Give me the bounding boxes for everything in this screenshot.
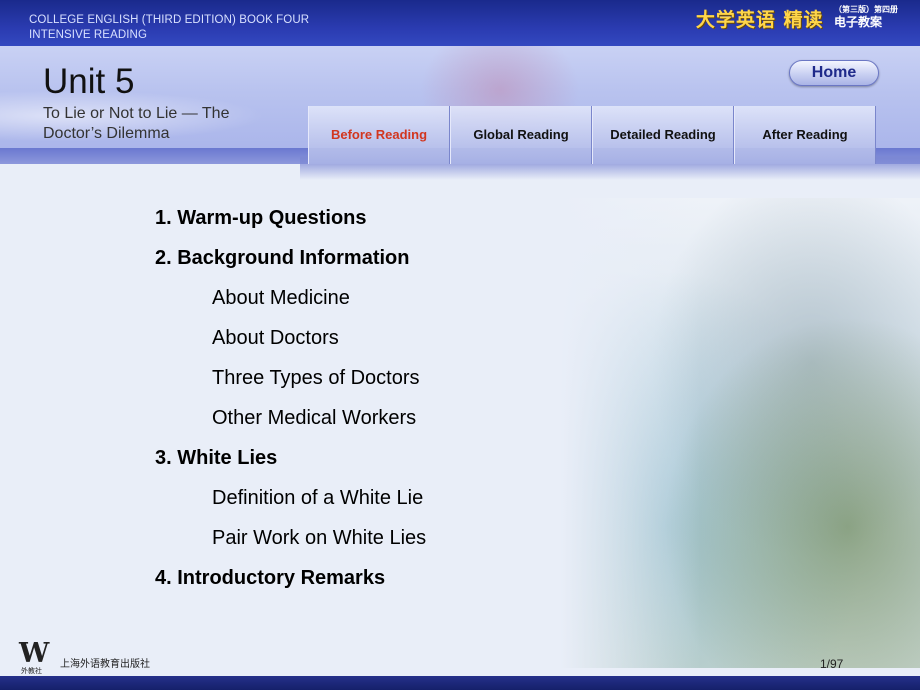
tab-global-reading[interactable]: Global Reading: [450, 106, 592, 164]
tab-detailed-reading[interactable]: Detailed Reading: [592, 106, 734, 164]
book-title: COLLEGE ENGLISH (THIRD EDITION) BOOK FOU…: [29, 13, 309, 43]
unit-subtitle-line1: To Lie or Not to Lie — The: [43, 105, 230, 122]
publisher-name: 上海外语教育出版社: [60, 659, 150, 670]
publisher-logo-mark: W: [19, 638, 49, 669]
book-title-line2: INTENSIVE READING: [29, 29, 147, 41]
menu-item-about-doctors[interactable]: About Doctors: [155, 323, 426, 363]
unit-title: Unit 5: [43, 62, 135, 101]
publisher-logo-text: 外教社: [21, 667, 42, 675]
chinese-edition: （第三版）第四册: [834, 5, 898, 14]
menu-item-three-types-of-doctors[interactable]: Three Types of Doctors: [155, 363, 426, 403]
book-title-line1: COLLEGE ENGLISH (THIRD EDITION) BOOK FOU…: [29, 14, 310, 26]
tab-before-reading[interactable]: Before Reading: [308, 106, 450, 164]
menu-item-warm-up-questions[interactable]: 1. Warm-up Questions: [155, 203, 426, 243]
tab-after-reading[interactable]: After Reading: [734, 106, 876, 164]
chinese-title: 大学英语 精读: [695, 9, 824, 31]
menu-item-introductory-remarks[interactable]: 4. Introductory Remarks: [155, 563, 426, 603]
menu-item-other-medical-workers[interactable]: Other Medical Workers: [155, 403, 426, 443]
page-number: 1/97: [820, 657, 844, 671]
top-header-bar: COLLEGE ENGLISH (THIRD EDITION) BOOK FOU…: [0, 0, 920, 46]
menu-item-about-medicine[interactable]: About Medicine: [155, 283, 426, 323]
chinese-subtitle: 电子教案: [834, 15, 883, 29]
publisher-logo: W 外教社: [19, 638, 53, 675]
menu-item-pair-work-on-white-lies[interactable]: Pair Work on White Lies: [155, 523, 426, 563]
content-menu: 1. Warm-up Questions 2. Background Infor…: [155, 203, 426, 603]
unit-subtitle-line2: Doctor’s Dilemma: [43, 125, 170, 142]
unit-subtitle: To Lie or Not to Lie — The Doctor’s Dile…: [43, 104, 273, 144]
home-button[interactable]: Home: [789, 60, 879, 86]
menu-item-background-information[interactable]: 2. Background Information: [155, 243, 426, 283]
chinese-title-logo: 大学英语 精读 （第三版）第四册 电子教案: [696, 5, 898, 32]
menu-item-white-lies[interactable]: 3. White Lies: [155, 443, 426, 483]
landscape-fade: [560, 198, 700, 668]
menu-item-definition-of-white-lie[interactable]: Definition of a White Lie: [155, 483, 426, 523]
bottom-bar: [0, 676, 920, 690]
